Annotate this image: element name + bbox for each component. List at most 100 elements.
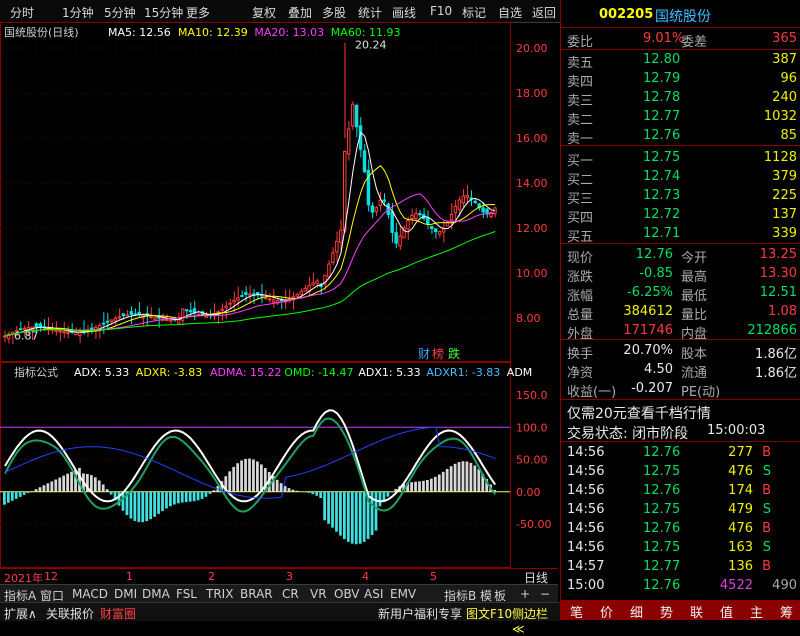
tick-time: 14:56	[567, 445, 604, 460]
candle-body	[434, 229, 436, 232]
histogram-bar	[149, 492, 152, 519]
toolbar-7[interactable]: 多股	[322, 4, 346, 21]
stat-label: 收益(一)	[567, 381, 616, 400]
candlestick-chart[interactable]: 20.0018.0016.0014.0012.0010.008.0020.246…	[0, 22, 558, 362]
toolbar-11[interactable]: 标记	[462, 4, 486, 21]
indicator-tab-9[interactable]: VR	[310, 587, 327, 601]
indicator-tab-12[interactable]: EMV	[390, 587, 416, 601]
toolbar-1[interactable]: 1分钟	[62, 4, 94, 21]
quote-tab-6[interactable]: 主	[750, 602, 763, 621]
histogram-bar	[58, 478, 61, 492]
candle-body	[332, 253, 334, 263]
histogram-bar	[450, 466, 453, 492]
toolbar-2[interactable]: 5分钟	[104, 4, 136, 21]
indicator-tab-6[interactable]: TRIX	[206, 587, 233, 601]
indicator-legend-1: ADXR: -3.83	[136, 366, 203, 379]
histogram-bar	[355, 492, 358, 545]
indicator-tab-7[interactable]: BRAR	[240, 587, 273, 601]
indicator-chart[interactable]: 150.0100.050.000.00-50.00指标公式ADX: 5.33AD…	[0, 362, 558, 568]
histogram-bar	[379, 492, 382, 507]
candle-body	[241, 296, 243, 297]
stat-row: 外盘171746内盘212866	[561, 321, 800, 340]
toolbar-13[interactable]: 返回	[532, 4, 556, 21]
histogram-bar	[327, 492, 330, 524]
time-axis-label-1: 12	[44, 570, 58, 583]
histogram-bar	[359, 492, 362, 544]
tick-side: B	[762, 559, 771, 574]
histogram-bar	[31, 491, 34, 492]
f10-button[interactable]: 图文F10	[466, 605, 512, 622]
level2-promo[interactable]: 仅需20元查看千档行情	[567, 403, 711, 423]
toolbar-12[interactable]: 自选	[498, 4, 522, 21]
indicator-tab-8[interactable]: CR	[282, 587, 299, 601]
indicator-tab-5[interactable]: FSL	[176, 587, 197, 601]
y-tick-label: 18.00	[516, 87, 548, 100]
histogram-bar	[422, 481, 425, 492]
histogram-bar	[307, 492, 310, 493]
candle-body	[430, 226, 432, 228]
toolbar-0[interactable]: 分时	[10, 4, 34, 21]
toolbar-5[interactable]: 复权	[252, 4, 276, 21]
tick-time: 14:56	[567, 502, 604, 517]
promo-row[interactable]: 仅需20元查看千档行情	[561, 401, 800, 421]
indicator-tab-2[interactable]: MACD	[72, 587, 108, 601]
promo-link[interactable]: 新用户福利专享	[378, 605, 462, 622]
sidebar-toggle[interactable]: 侧边栏≪	[512, 605, 560, 636]
histogram-bar	[323, 492, 326, 521]
bid-row: 买二12.74379	[561, 167, 800, 186]
bid-row: 买一12.751128	[561, 148, 800, 167]
indicator-name[interactable]: 指标公式	[14, 365, 58, 379]
toolbar-6[interactable]: 叠加	[288, 4, 312, 21]
rank-badge[interactable]: 榜	[432, 346, 444, 361]
stat-value: 171746	[623, 323, 673, 338]
quote-tab-7[interactable]: 筹	[780, 602, 793, 621]
indicator-tab-11[interactable]: ASI	[364, 587, 383, 601]
indicator-tab-4[interactable]: DMA	[142, 587, 170, 601]
tick-time: 14:56	[567, 483, 604, 498]
candle-body	[237, 298, 239, 300]
indicator-tab-3[interactable]: DMI	[114, 587, 137, 601]
y-tick-label: 14.00	[516, 177, 548, 190]
tick-price: 12.75	[643, 540, 680, 555]
indicator-tab-17[interactable]: −	[540, 587, 550, 601]
quote-tab-0[interactable]: 笔	[570, 602, 583, 621]
time-axis: 2021年 12 1 2 3 4 5 日线	[0, 568, 558, 585]
quote-tab-4[interactable]: 联	[690, 602, 703, 621]
quote-tab-2[interactable]: 细	[630, 602, 643, 621]
ask-volume: 1032	[764, 109, 797, 124]
toolbar-8[interactable]: 统计	[358, 4, 382, 21]
histogram-bar	[236, 463, 239, 492]
indicator-tab-10[interactable]: OBV	[334, 587, 360, 601]
candle-body	[415, 213, 417, 218]
related-quote-button[interactable]: 关联报价	[46, 605, 94, 622]
histogram-bar	[209, 492, 212, 494]
bid-volume: 137	[772, 207, 797, 222]
candle-body	[106, 321, 108, 322]
quote-tab-1[interactable]: 价	[600, 602, 613, 621]
tick-volume: 479	[728, 502, 753, 517]
quote-tab-5[interactable]: 值	[720, 602, 733, 621]
drop-badge[interactable]: 跌	[448, 346, 460, 361]
indicator-tab-16[interactable]: +	[520, 587, 530, 601]
toolbar-10[interactable]: F10	[430, 4, 452, 18]
status-bar: 扩展∧ 关联报价 财富圈 新用户福利专享 图文F10 侧边栏≪	[0, 602, 560, 621]
toolbar-3[interactable]: 15分钟	[144, 4, 183, 21]
y-tick-label: 12.00	[516, 222, 548, 235]
tick-volume: 277	[728, 445, 753, 460]
wealth-circle-button[interactable]: 财富圈	[100, 605, 136, 622]
histogram-bar	[442, 472, 445, 492]
candle-body	[316, 281, 318, 284]
toolbar-9[interactable]: 画线	[392, 4, 416, 21]
histogram-bar	[173, 492, 176, 505]
expand-button[interactable]: 扩展∧	[4, 605, 37, 622]
quote-tab-3[interactable]: 势	[660, 602, 673, 621]
finance-badge[interactable]: 财	[418, 347, 430, 361]
tick-side: B	[762, 521, 771, 536]
histogram-bar	[331, 492, 334, 528]
candle-body	[391, 212, 393, 233]
y-tick-label: 16.00	[516, 132, 548, 145]
toolbar-4[interactable]: 更多	[186, 4, 210, 21]
histogram-bar	[201, 492, 204, 499]
y-tick-label: 150.0	[516, 389, 548, 402]
histogram-bar	[181, 492, 184, 503]
